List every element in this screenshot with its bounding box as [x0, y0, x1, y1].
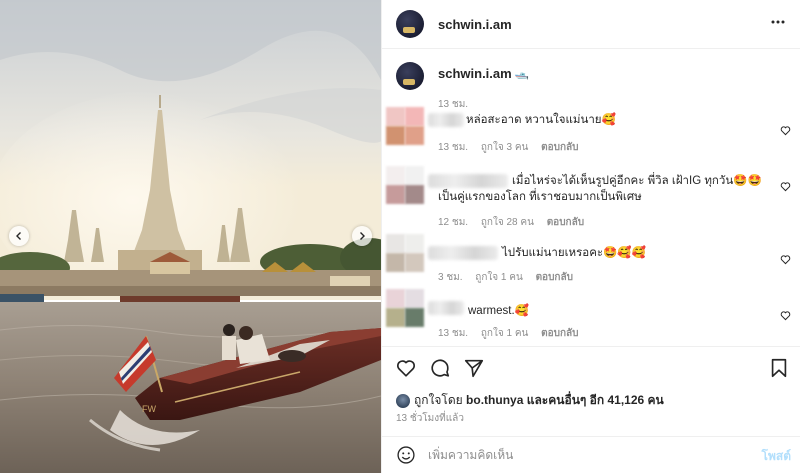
reply-button[interactable]: ตอบกลับ [541, 328, 578, 339]
comment-meta: 13 ชม. ถูกใจ 1 คน ตอบกลับ [438, 326, 589, 341]
chevron-left-icon [16, 232, 21, 240]
reply-button[interactable]: ตอบกลับ [541, 142, 578, 153]
caption-username[interactable]: schwin.i.am [438, 66, 512, 81]
add-comment-bar: โพสต์ [382, 436, 800, 473]
comment-text-line-2: เป็นคู่แรกของโลก ที่เราชอบมากเป็นพิเศษ [438, 191, 642, 203]
commenter-avatar-blurred[interactable] [386, 166, 424, 204]
comment-time[interactable]: 13 ชม. [438, 142, 468, 153]
comment-time[interactable]: 12 ชม. [438, 217, 468, 228]
heart-icon[interactable] [395, 357, 417, 379]
author-username[interactable]: schwin.i.am [438, 17, 512, 32]
temple-river-photo: FW [0, 0, 381, 473]
comment-likes[interactable]: ถูกใจ 1 คน [481, 328, 529, 339]
liked-by-avatar[interactable] [396, 393, 410, 408]
comment-meta: 3 ชม. ถูกใจ 1 คน ตอบกลับ [438, 270, 583, 285]
caption-avatar[interactable] [396, 62, 424, 90]
post-timestamp[interactable]: 13 ชั่วโมงที่แล้ว [396, 411, 464, 426]
post-header: schwin.i.am [382, 0, 800, 49]
caption-time[interactable]: 13 ชม. [438, 97, 468, 112]
comment-text-line-1: เมื่อไหร่จะได้เห็นรูปคู่อีกคะ พี่วิล เฝ้… [512, 175, 762, 187]
commenter-name-blurred[interactable] [428, 301, 464, 315]
comment-time[interactable]: 3 ชม. [438, 272, 463, 283]
svg-text:FW: FW [142, 404, 156, 414]
comments-list: schwin.i.am 🛥️ 13 ชม. หล่อสะอาด หวานใจแม… [382, 50, 800, 346]
comment-heart-icon[interactable] [780, 254, 791, 265]
more-horizontal-icon [771, 20, 785, 24]
bookmark-icon[interactable] [768, 357, 790, 379]
comment-likes[interactable]: ถูกใจ 3 คน [481, 142, 529, 153]
instagram-post: FW schwin.i.am schwin.i.am 🛥️ 13 ชม. หล่… [0, 0, 800, 473]
post-photo[interactable]: FW [0, 0, 381, 473]
liked-by-prefix: ถูกใจโดย [414, 393, 463, 407]
commenter-avatar-blurred[interactable] [386, 107, 424, 145]
comment-text: ไปรับแม่นายเหรอคะ🤩🥰🥰 [502, 247, 647, 259]
reply-button[interactable]: ตอบกลับ [536, 272, 573, 283]
comment-time[interactable]: 13 ชม. [438, 328, 468, 339]
commenter-avatar-blurred[interactable] [386, 289, 424, 327]
more-options-button[interactable] [770, 14, 786, 35]
comment-heart-icon[interactable] [780, 310, 791, 321]
comment-heart-icon[interactable] [780, 181, 791, 192]
comment-heart-icon[interactable] [780, 125, 791, 136]
liked-by-text[interactable]: ถูกใจโดย bo.thunya และคนอื่นๆ อีก 41,126… [414, 391, 664, 410]
post-comment-button[interactable]: โพสต์ [762, 447, 791, 466]
comment-likes[interactable]: ถูกใจ 28 คน [481, 217, 534, 228]
commenter-avatar-blurred[interactable] [386, 234, 424, 272]
author-avatar[interactable] [396, 10, 424, 38]
post-actions: ถูกใจโดย bo.thunya และคนอื่นๆ อีก 41,126… [382, 346, 800, 436]
commenter-name-blurred[interactable] [428, 246, 498, 260]
chevron-right-icon [360, 232, 365, 240]
reply-button[interactable]: ตอบกลับ [547, 217, 584, 228]
share-icon[interactable] [463, 357, 485, 379]
comment-text: warmest.🥰 [468, 305, 529, 317]
comment-likes[interactable]: ถูกใจ 1 คน [475, 272, 523, 283]
liked-by-row: ถูกใจโดย bo.thunya และคนอื่นๆ อีก 41,126… [396, 391, 664, 410]
emoji-icon[interactable] [396, 445, 416, 465]
liked-by-count[interactable]: และคนอื่นๆ อีก 41,126 คน [527, 393, 664, 407]
comment-meta: 12 ชม. ถูกใจ 28 คน ตอบกลับ [438, 215, 594, 230]
commenter-name-blurred[interactable] [428, 113, 464, 127]
carousel-prev-button[interactable] [9, 226, 29, 246]
commenter-name-blurred[interactable] [428, 174, 508, 188]
carousel-next-button[interactable] [352, 226, 372, 246]
comment-icon[interactable] [429, 357, 451, 379]
comment-meta: 13 ชม. ถูกใจ 3 คน ตอบกลับ [438, 140, 589, 155]
post-side-panel: schwin.i.am schwin.i.am 🛥️ 13 ชม. หล่อสะ… [381, 0, 800, 473]
comment-input[interactable] [428, 445, 728, 465]
caption-emoji: 🛥️ [514, 66, 529, 80]
liked-by-user[interactable]: bo.thunya [466, 393, 523, 407]
comment-text: หล่อสะอาด หวานใจแม่นาย🥰 [466, 114, 616, 126]
